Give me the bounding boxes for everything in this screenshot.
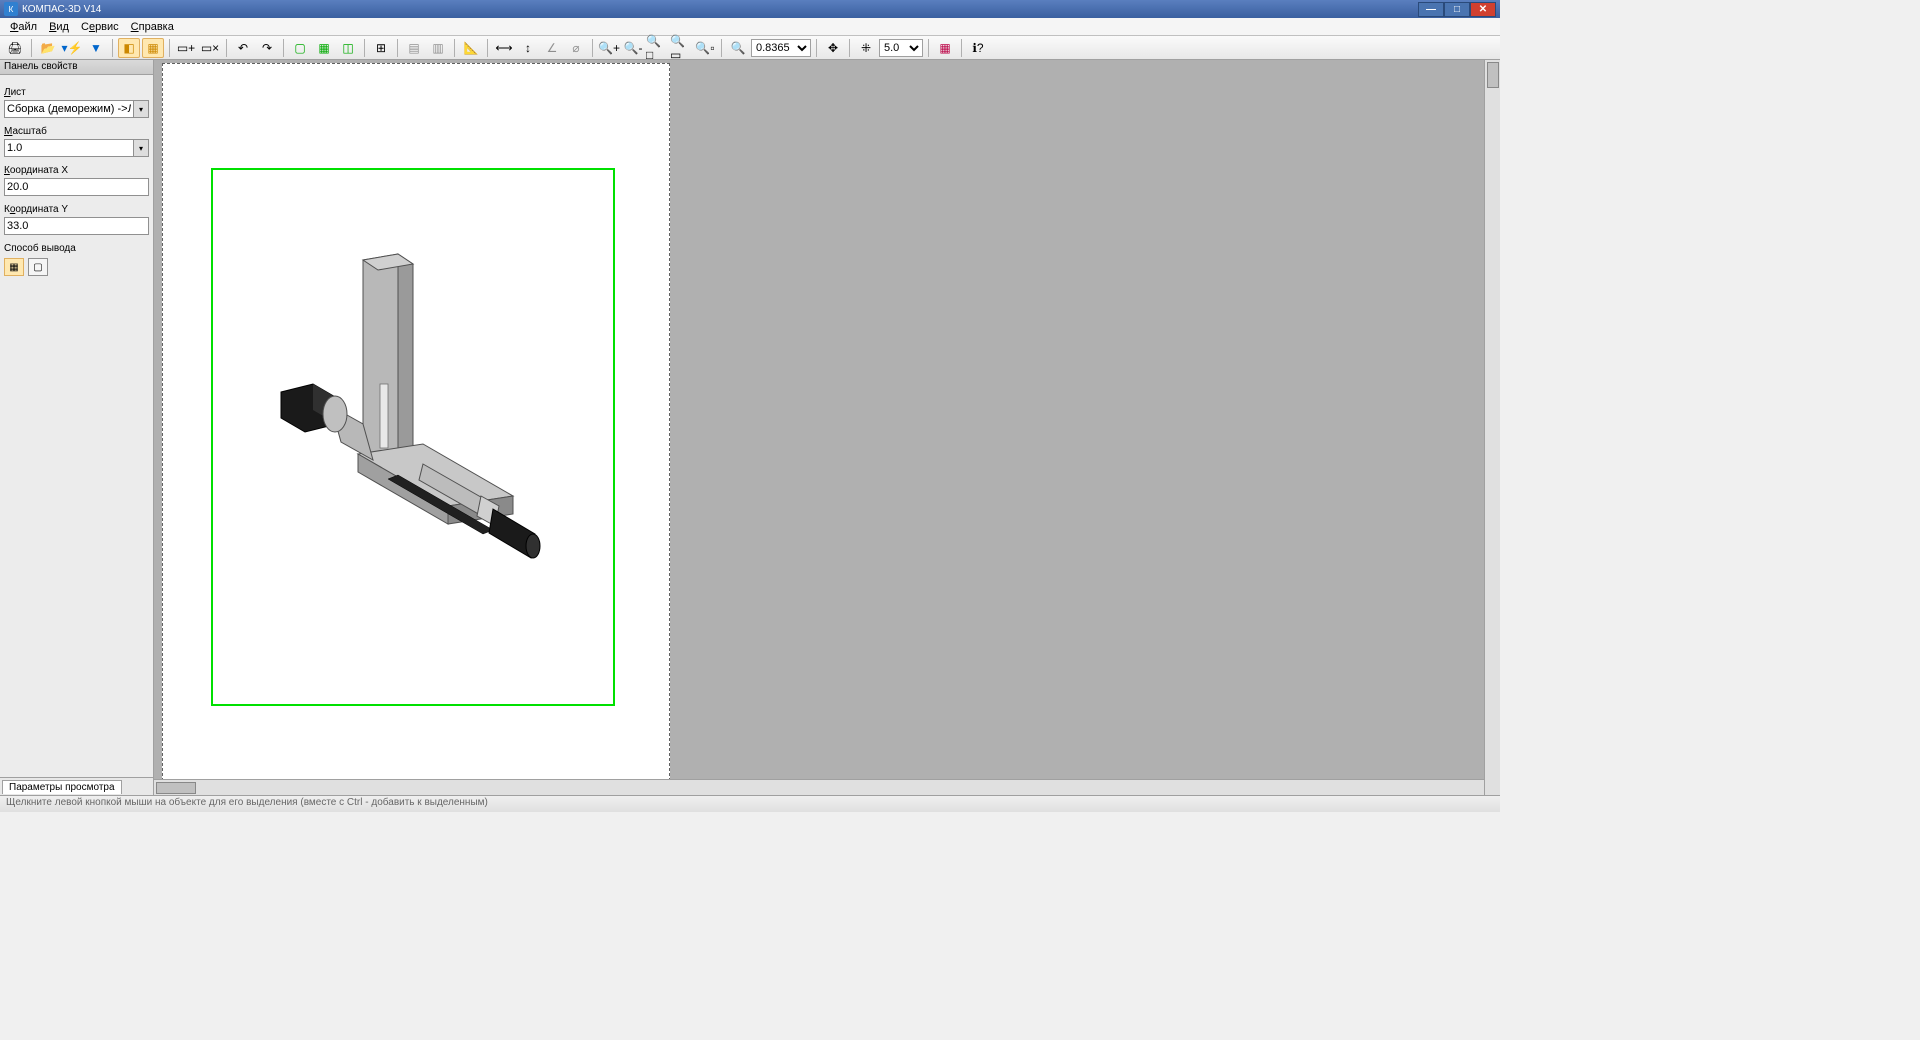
scale-input[interactable] — [4, 139, 133, 157]
separator — [364, 39, 365, 57]
titlebar: К КОМПАС-3D V14 — □ ✕ — [0, 0, 1500, 18]
menu-service[interactable]: Сервис — [75, 19, 125, 35]
zoom-fit-icon[interactable]: 🔍□ — [646, 38, 668, 58]
separator — [816, 39, 817, 57]
coordy-label: Координата Y — [4, 204, 149, 215]
horizontal-scrollbar[interactable] — [154, 779, 1484, 795]
panel-body: Лист ▾ Масштаб ▾ Координата X Координата… — [0, 75, 153, 777]
measure-icon[interactable]: 📐 — [460, 38, 482, 58]
page-remove-icon[interactable]: ▭× — [199, 38, 221, 58]
layers-icon[interactable]: ▦ — [934, 38, 956, 58]
bolt-left — [281, 384, 373, 460]
menu-view[interactable]: Вид — [43, 19, 75, 35]
vertical-scrollbar[interactable] — [1484, 60, 1500, 795]
separator — [397, 39, 398, 57]
sheet-dropdown-button[interactable]: ▾ — [133, 100, 149, 118]
dimension-icon[interactable]: ⟷ — [493, 38, 515, 58]
plate-slot — [380, 384, 388, 448]
separator — [849, 39, 850, 57]
output-mono-button[interactable]: ▢ — [28, 258, 48, 276]
toolbar: 🖨 📂 ▾⚡ ▼ ◧ ▦ ▭+ ▭× ↶ ↷ ▢ ▦ ◫ ⊞ ▤ ▥ 📐 ⟷ ↕… — [0, 36, 1500, 60]
dim-v-icon[interactable]: ↕ — [517, 38, 539, 58]
sheet-label: Лист — [4, 87, 149, 98]
separator — [31, 39, 32, 57]
separator — [487, 39, 488, 57]
separator — [454, 39, 455, 57]
maximize-button[interactable]: □ — [1444, 2, 1470, 17]
disabled-tool-1: ▤ — [403, 38, 425, 58]
zoom-icon[interactable]: 🔍 — [727, 38, 749, 58]
output-mode-toggles: ▦ ▢ — [4, 258, 149, 276]
statusbar: Щелкните левой кнопкой мыши на объекте д… — [0, 795, 1500, 812]
step-combo[interactable]: 5.0 — [879, 39, 923, 57]
panel-tabs: Параметры просмотра — [0, 777, 153, 795]
output-label: Способ вывода — [4, 243, 149, 254]
toggle-cols-icon[interactable]: ▦ — [142, 38, 164, 58]
rotate-right-icon[interactable]: ↷ — [256, 38, 278, 58]
separator — [169, 39, 170, 57]
green-select-icon[interactable]: ▢ — [289, 38, 311, 58]
status-text: Щелкните левой кнопкой мыши на объекте д… — [6, 797, 488, 808]
app-icon: К — [4, 2, 18, 16]
menubar: Файл Вид Сервис Справка — [0, 18, 1500, 36]
separator — [721, 39, 722, 57]
window-title: КОМПАС-3D V14 — [22, 4, 1418, 15]
assembly-model — [163, 64, 671, 782]
canvas-area[interactable] — [154, 60, 1500, 795]
scale-dropdown-button[interactable]: ▾ — [133, 139, 149, 157]
coordx-input[interactable] — [4, 178, 149, 196]
separator — [928, 39, 929, 57]
coordy-input[interactable] — [4, 217, 149, 235]
window-buttons: — □ ✕ — [1418, 2, 1496, 17]
zoom-page-icon[interactable]: 🔍▫ — [694, 38, 716, 58]
rotate-left-icon[interactable]: ↶ — [232, 38, 254, 58]
scale-label: Масштаб — [4, 126, 149, 137]
separator — [226, 39, 227, 57]
separator — [283, 39, 284, 57]
coordx-label: Координата X — [4, 165, 149, 176]
snap-icon[interactable]: ⁜ — [855, 38, 877, 58]
help-context-icon[interactable]: ℹ? — [967, 38, 989, 58]
zoom-out-icon[interactable]: 🔍- — [622, 38, 644, 58]
properties-panel: Панель свойств Лист ▾ Масштаб ▾ Координа… — [0, 60, 154, 795]
zoom-in-icon[interactable]: 🔍+ — [598, 38, 620, 58]
menu-file[interactable]: Файл — [4, 19, 43, 35]
open-icon[interactable]: 📂 — [37, 38, 59, 58]
sheet-combo[interactable] — [4, 100, 133, 118]
toggle-grid-icon[interactable]: ◧ — [118, 38, 140, 58]
tab-view-params[interactable]: Параметры просмотра — [2, 780, 122, 794]
separator — [112, 39, 113, 57]
filter-icon[interactable]: ▾⚡ — [61, 38, 83, 58]
table-icon[interactable]: ⊞ — [370, 38, 392, 58]
drawing-sheet — [162, 63, 670, 781]
panel-title: Панель свойств — [0, 60, 153, 75]
green-all-icon[interactable]: ▦ — [313, 38, 335, 58]
print-icon[interactable]: 🖨 — [4, 38, 26, 58]
disabled-tool-2: ▥ — [427, 38, 449, 58]
green-box-icon[interactable]: ◫ — [337, 38, 359, 58]
zoom-sel-icon[interactable]: 🔍▭ — [670, 38, 692, 58]
close-button[interactable]: ✕ — [1470, 2, 1496, 17]
separator — [592, 39, 593, 57]
page-add-icon[interactable]: ▭+ — [175, 38, 197, 58]
dim-a-icon: ∠ — [541, 38, 563, 58]
funnel-icon[interactable]: ▼ — [85, 38, 107, 58]
zoom-combo[interactable]: 0.8365 — [751, 39, 811, 57]
separator — [961, 39, 962, 57]
minimize-button[interactable]: — — [1418, 2, 1444, 17]
main-split: Панель свойств Лист ▾ Масштаб ▾ Координа… — [0, 60, 1500, 795]
menu-help[interactable]: Справка — [125, 19, 180, 35]
pan-icon[interactable]: ✥ — [822, 38, 844, 58]
output-color-button[interactable]: ▦ — [4, 258, 24, 276]
dim-r-icon: ⌀ — [565, 38, 587, 58]
